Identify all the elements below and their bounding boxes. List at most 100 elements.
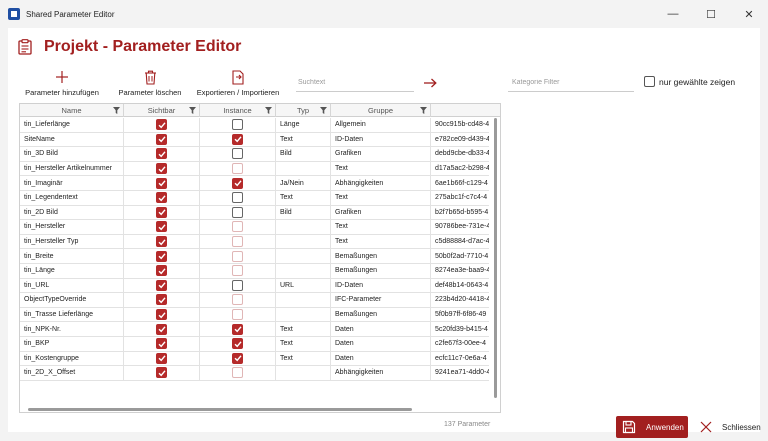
cell-sichtbar[interactable]: [124, 366, 200, 380]
filter-icon[interactable]: [420, 107, 427, 114]
table-row[interactable]: tin_3D Bild Bild Grafiken debd9cbe-db33-4: [20, 147, 489, 162]
table-row[interactable]: tin_Trasse Lieferlänge Bemaßungen 5f0b97ff…: [20, 307, 489, 323]
column-header-name[interactable]: Name: [20, 104, 124, 117]
horizontal-scrollbar[interactable]: [20, 406, 490, 412]
table-row[interactable]: tin_Länge Bemaßungen 8274ea3e-baa9-4: [20, 263, 489, 279]
cell-typ[interactable]: [276, 234, 331, 249]
cell-gruppe[interactable]: IFC-Parameter: [331, 293, 431, 307]
cell-gruppe[interactable]: Daten: [331, 322, 431, 336]
cell-name[interactable]: tin_Länge: [20, 263, 124, 278]
cell-typ[interactable]: [276, 307, 331, 322]
add-parameter-button[interactable]: Parameter hinzufügen: [18, 66, 106, 102]
cell-guid[interactable]: 90786bee-731e-4: [431, 220, 489, 234]
checkbox-checked[interactable]: [232, 177, 243, 189]
cell-instance[interactable]: [200, 118, 276, 132]
cell-gruppe[interactable]: Allgemein: [331, 118, 431, 132]
close-window-button[interactable]: ✕: [730, 0, 768, 28]
checkbox-checked[interactable]: [156, 236, 167, 248]
cell-guid[interactable]: e782ce09-d439-4: [431, 133, 489, 147]
cell-typ[interactable]: Text: [276, 336, 331, 351]
column-header-sichtbar[interactable]: Sichtbar: [124, 104, 200, 117]
checkbox-checked[interactable]: [156, 119, 167, 131]
checkbox-checked[interactable]: [156, 221, 167, 233]
checkbox-checked[interactable]: [156, 309, 167, 321]
close-button[interactable]: Schliessen: [696, 416, 764, 438]
cell-typ[interactable]: [276, 220, 331, 234]
only-selected-checkbox[interactable]: [644, 76, 655, 87]
cell-name[interactable]: tin_Hersteller Typ: [20, 234, 124, 249]
cell-name[interactable]: tin_Kostengruppe: [20, 351, 124, 366]
cell-typ[interactable]: Bild: [276, 205, 331, 220]
export-import-button[interactable]: Exportieren / Importieren: [194, 66, 282, 102]
cell-guid[interactable]: c2fe67f3-00ee-4: [431, 337, 489, 351]
checkbox-checked[interactable]: [156, 294, 167, 306]
cell-name[interactable]: tin_URL: [20, 278, 124, 293]
scrollbar-thumb[interactable]: [494, 118, 497, 398]
cell-guid[interactable]: 5c20fd39-b415-4: [431, 322, 489, 336]
cell-typ[interactable]: [276, 161, 331, 176]
vertical-scrollbar[interactable]: [491, 118, 500, 406]
cell-guid[interactable]: 5f0b97ff-6f86-49: [431, 308, 489, 322]
cell-guid[interactable]: 223b4d20-4418-4: [431, 293, 489, 307]
cell-gruppe[interactable]: Abhängigkeiten: [331, 176, 431, 190]
checkbox-checked[interactable]: [156, 367, 167, 379]
cell-typ[interactable]: Text: [276, 132, 331, 147]
cell-sichtbar[interactable]: [124, 351, 200, 366]
cell-instance[interactable]: [200, 190, 276, 205]
cell-guid[interactable]: 90cc915b-cd48-4: [431, 118, 489, 132]
cell-gruppe[interactable]: ID-Daten: [331, 132, 431, 147]
cell-instance[interactable]: [200, 336, 276, 351]
cell-gruppe[interactable]: Text: [331, 190, 431, 205]
cell-name[interactable]: tin_Trasse Lieferlänge: [20, 307, 124, 322]
cell-instance[interactable]: [200, 366, 276, 380]
column-header-gruppe[interactable]: Gruppe: [331, 104, 431, 117]
cell-instance[interactable]: [200, 161, 276, 176]
filter-icon[interactable]: [320, 107, 327, 114]
cell-typ[interactable]: Ja/Nein: [276, 176, 331, 190]
column-header-instance[interactable]: Instance: [200, 104, 276, 117]
cell-name[interactable]: tin_NPK-Nr.: [20, 322, 124, 336]
cell-gruppe[interactable]: Grafiken: [331, 147, 431, 161]
cell-typ[interactable]: [276, 293, 331, 307]
cell-typ[interactable]: [276, 366, 331, 380]
cell-name[interactable]: tin_2D Bild: [20, 205, 124, 220]
cell-name[interactable]: tin_Hersteller: [20, 220, 124, 234]
table-row[interactable]: tin_2D Bild Bild Grafiken b2f7b65d-b595-4: [20, 205, 489, 221]
cell-gruppe[interactable]: Daten: [331, 351, 431, 366]
cell-name[interactable]: ObjectTypeOverride: [20, 293, 124, 307]
filter-icon[interactable]: [265, 107, 272, 114]
cell-name[interactable]: tin_3D Bild: [20, 147, 124, 161]
cell-instance[interactable]: [200, 263, 276, 278]
only-selected-toggle[interactable]: nur gewählte zeigen: [644, 76, 735, 87]
cell-guid[interactable]: 8274ea3e-baa9-4: [431, 264, 489, 278]
cell-guid[interactable]: b2f7b65d-b595-4: [431, 206, 489, 220]
cell-gruppe[interactable]: Text: [331, 161, 431, 176]
cell-name[interactable]: tin_Lieferlänge: [20, 118, 124, 132]
apply-button[interactable]: Anwenden: [616, 416, 688, 438]
checkbox-checked[interactable]: [156, 250, 167, 262]
table-row[interactable]: ObjectTypeOverride IFC-Parameter 223b4d20-…: [20, 293, 489, 308]
cell-guid[interactable]: 9241ea71-4dd0-4: [431, 366, 489, 380]
cell-sichtbar[interactable]: [124, 336, 200, 351]
cell-gruppe[interactable]: Grafiken: [331, 205, 431, 220]
cell-gruppe[interactable]: Daten: [331, 336, 431, 351]
checkbox-checked[interactable]: [156, 163, 167, 175]
cell-instance[interactable]: [200, 234, 276, 249]
cell-typ[interactable]: Text: [276, 322, 331, 336]
cell-typ[interactable]: URL: [276, 278, 331, 293]
checkbox-checked[interactable]: [232, 323, 243, 335]
cell-typ[interactable]: Bild: [276, 147, 331, 161]
scrollbar-thumb[interactable]: [28, 408, 412, 411]
table-row[interactable]: tin_Lieferlänge Länge Allgemein 90cc915b-cd…: [20, 118, 489, 133]
checkbox-unchecked[interactable]: [232, 206, 243, 218]
cell-name[interactable]: tin_Imaginär: [20, 176, 124, 190]
cell-sichtbar[interactable]: [124, 205, 200, 220]
search-input[interactable]: [296, 74, 414, 92]
checkbox-checked[interactable]: [156, 265, 167, 277]
checkbox-unchecked[interactable]: [232, 192, 243, 204]
cell-sichtbar[interactable]: [124, 322, 200, 336]
cell-instance[interactable]: [200, 293, 276, 307]
cell-instance[interactable]: [200, 205, 276, 220]
cell-name[interactable]: SiteName: [20, 132, 124, 147]
cell-name[interactable]: tin_Legendentext: [20, 190, 124, 205]
